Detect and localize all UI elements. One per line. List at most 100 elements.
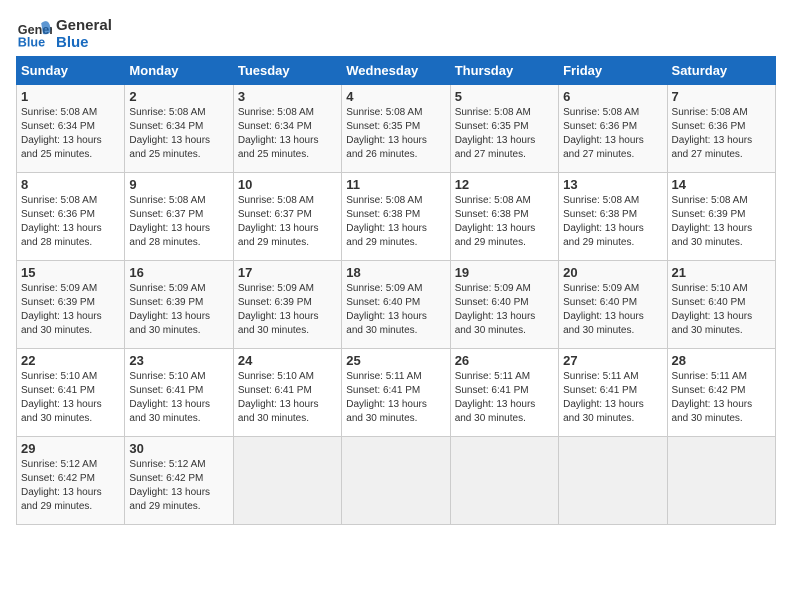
calendar-cell: 7 Sunrise: 5:08 AMSunset: 6:36 PMDaylight… (667, 85, 775, 173)
calendar-cell: 1 Sunrise: 5:08 AMSunset: 6:34 PMDaylight… (17, 85, 125, 173)
day-number: 7 (672, 89, 771, 104)
calendar-cell: 24 Sunrise: 5:10 AMSunset: 6:41 PMDayligh… (233, 349, 341, 437)
calendar-cell: 23 Sunrise: 5:10 AMSunset: 6:41 PMDayligh… (125, 349, 233, 437)
day-number: 21 (672, 265, 771, 280)
day-number: 18 (346, 265, 445, 280)
calendar-table: SundayMondayTuesdayWednesdayThursdayFrid… (16, 56, 776, 525)
day-info: Sunrise: 5:08 AMSunset: 6:38 PMDaylight:… (346, 194, 445, 250)
svg-text:Blue: Blue (18, 36, 45, 50)
calendar-cell: 19 Sunrise: 5:09 AMSunset: 6:40 PMDayligh… (450, 261, 558, 349)
calendar-cell: 15 Sunrise: 5:09 AMSunset: 6:39 PMDayligh… (17, 261, 125, 349)
day-number: 16 (129, 265, 228, 280)
day-number: 29 (21, 441, 120, 456)
calendar-cell (559, 437, 667, 525)
day-number: 9 (129, 177, 228, 192)
calendar-cell: 21Sunrise: 5:10 AMSunset: 6:40 PMDayligh… (667, 261, 775, 349)
day-info: Sunrise: 5:08 AMSunset: 6:35 PMDaylight:… (455, 106, 554, 162)
calendar-cell: 20Sunrise: 5:09 AMSunset: 6:40 PMDayligh… (559, 261, 667, 349)
day-number: 14 (672, 177, 771, 192)
day-number: 13 (563, 177, 662, 192)
calendar-cell: 8 Sunrise: 5:08 AMSunset: 6:36 PMDaylight… (17, 173, 125, 261)
calendar-cell: 6 Sunrise: 5:08 AMSunset: 6:36 PMDaylight… (559, 85, 667, 173)
day-info: Sunrise: 5:10 AMSunset: 6:41 PMDaylight:… (238, 370, 337, 426)
day-info: Sunrise: 5:08 AMSunset: 6:39 PMDaylight:… (672, 194, 771, 250)
day-number: 1 (21, 89, 120, 104)
day-info: Sunrise: 5:08 AMSunset: 6:34 PMDaylight:… (21, 106, 120, 162)
day-info: Sunrise: 5:08 AMSunset: 6:34 PMDaylight:… (238, 106, 337, 162)
day-info: Sunrise: 5:09 AMSunset: 6:40 PMDaylight:… (455, 282, 554, 338)
calendar-cell: 3Sunrise: 5:08 AMSunset: 6:34 PMDaylight… (233, 85, 341, 173)
day-number: 8 (21, 177, 120, 192)
day-info: Sunrise: 5:11 AMSunset: 6:41 PMDaylight:… (455, 370, 554, 426)
weekday-header: Saturday (667, 57, 775, 85)
day-info: Sunrise: 5:11 AMSunset: 6:42 PMDaylight:… (672, 370, 771, 426)
calendar-cell: 12 Sunrise: 5:08 AMSunset: 6:38 PMDayligh… (450, 173, 558, 261)
day-number: 11 (346, 177, 445, 192)
day-info: Sunrise: 5:09 AMSunset: 6:39 PMDaylight:… (21, 282, 120, 338)
calendar-cell: 14 Sunrise: 5:08 AMSunset: 6:39 PMDayligh… (667, 173, 775, 261)
day-info: Sunrise: 5:10 AMSunset: 6:41 PMDaylight:… (129, 370, 228, 426)
calendar-cell: 26Sunrise: 5:11 AMSunset: 6:41 PMDayligh… (450, 349, 558, 437)
day-info: Sunrise: 5:11 AMSunset: 6:41 PMDaylight:… (346, 370, 445, 426)
day-info: Sunrise: 5:08 AMSunset: 6:36 PMDaylight:… (563, 106, 662, 162)
day-info: Sunrise: 5:08 AMSunset: 6:36 PMDaylight:… (21, 194, 120, 250)
day-number: 22 (21, 353, 120, 368)
calendar-cell (233, 437, 341, 525)
day-info: Sunrise: 5:12 AMSunset: 6:42 PMDaylight:… (21, 458, 120, 514)
day-info: Sunrise: 5:12 AMSunset: 6:42 PMDaylight:… (129, 458, 228, 514)
calendar-cell: 2 Sunrise: 5:08 AMSunset: 6:34 PMDaylight… (125, 85, 233, 173)
calendar-cell: 4 Sunrise: 5:08 AMSunset: 6:35 PMDaylight… (342, 85, 450, 173)
day-number: 5 (455, 89, 554, 104)
day-info: Sunrise: 5:10 AMSunset: 6:41 PMDaylight:… (21, 370, 120, 426)
day-number: 10 (238, 177, 337, 192)
day-number: 19 (455, 265, 554, 280)
weekday-header: Wednesday (342, 57, 450, 85)
day-info: Sunrise: 5:08 AMSunset: 6:34 PMDaylight:… (129, 106, 228, 162)
weekday-header: Tuesday (233, 57, 341, 85)
weekday-header: Thursday (450, 57, 558, 85)
day-number: 6 (563, 89, 662, 104)
calendar-cell: 13 Sunrise: 5:08 AMSunset: 6:38 PMDayligh… (559, 173, 667, 261)
day-number: 4 (346, 89, 445, 104)
calendar-cell: 16 Sunrise: 5:09 AMSunset: 6:39 PMDayligh… (125, 261, 233, 349)
calendar-cell (450, 437, 558, 525)
day-number: 25 (346, 353, 445, 368)
day-info: Sunrise: 5:11 AMSunset: 6:41 PMDaylight:… (563, 370, 662, 426)
logo-line1: General (56, 17, 112, 34)
day-number: 15 (21, 265, 120, 280)
calendar-cell: 22 Sunrise: 5:10 AMSunset: 6:41 PMDayligh… (17, 349, 125, 437)
day-info: Sunrise: 5:08 AMSunset: 6:38 PMDaylight:… (563, 194, 662, 250)
day-number: 24 (238, 353, 337, 368)
logo: General Blue General Blue (16, 16, 112, 52)
calendar-cell: 11 Sunrise: 5:08 AMSunset: 6:38 PMDayligh… (342, 173, 450, 261)
day-info: Sunrise: 5:08 AMSunset: 6:37 PMDaylight:… (129, 194, 228, 250)
day-info: Sunrise: 5:08 AMSunset: 6:38 PMDaylight:… (455, 194, 554, 250)
weekday-header: Friday (559, 57, 667, 85)
logo-line2: Blue (56, 34, 112, 51)
calendar-cell: 9 Sunrise: 5:08 AMSunset: 6:37 PMDaylight… (125, 173, 233, 261)
day-info: Sunrise: 5:09 AMSunset: 6:39 PMDaylight:… (129, 282, 228, 338)
day-info: Sunrise: 5:08 AMSunset: 6:35 PMDaylight:… (346, 106, 445, 162)
calendar-cell: 30 Sunrise: 5:12 AMSunset: 6:42 PMDayligh… (125, 437, 233, 525)
day-number: 28 (672, 353, 771, 368)
day-info: Sunrise: 5:09 AMSunset: 6:40 PMDaylight:… (563, 282, 662, 338)
day-number: 30 (129, 441, 228, 456)
day-info: Sunrise: 5:09 AMSunset: 6:39 PMDaylight:… (238, 282, 337, 338)
weekday-header: Monday (125, 57, 233, 85)
day-info: Sunrise: 5:09 AMSunset: 6:40 PMDaylight:… (346, 282, 445, 338)
page-header: General Blue General Blue (16, 16, 776, 52)
logo-icon: General Blue (16, 16, 52, 52)
day-number: 12 (455, 177, 554, 192)
day-info: Sunrise: 5:08 AMSunset: 6:37 PMDaylight:… (238, 194, 337, 250)
weekday-header: Sunday (17, 57, 125, 85)
day-number: 17 (238, 265, 337, 280)
calendar-cell: 29 Sunrise: 5:12 AMSunset: 6:42 PMDayligh… (17, 437, 125, 525)
calendar-cell: 17 Sunrise: 5:09 AMSunset: 6:39 PMDayligh… (233, 261, 341, 349)
calendar-cell: 18 Sunrise: 5:09 AMSunset: 6:40 PMDayligh… (342, 261, 450, 349)
day-number: 23 (129, 353, 228, 368)
day-number: 2 (129, 89, 228, 104)
calendar-cell: 28 Sunrise: 5:11 AMSunset: 6:42 PMDayligh… (667, 349, 775, 437)
day-info: Sunrise: 5:08 AMSunset: 6:36 PMDaylight:… (672, 106, 771, 162)
day-number: 27 (563, 353, 662, 368)
calendar-cell: 10 Sunrise: 5:08 AMSunset: 6:37 PMDayligh… (233, 173, 341, 261)
